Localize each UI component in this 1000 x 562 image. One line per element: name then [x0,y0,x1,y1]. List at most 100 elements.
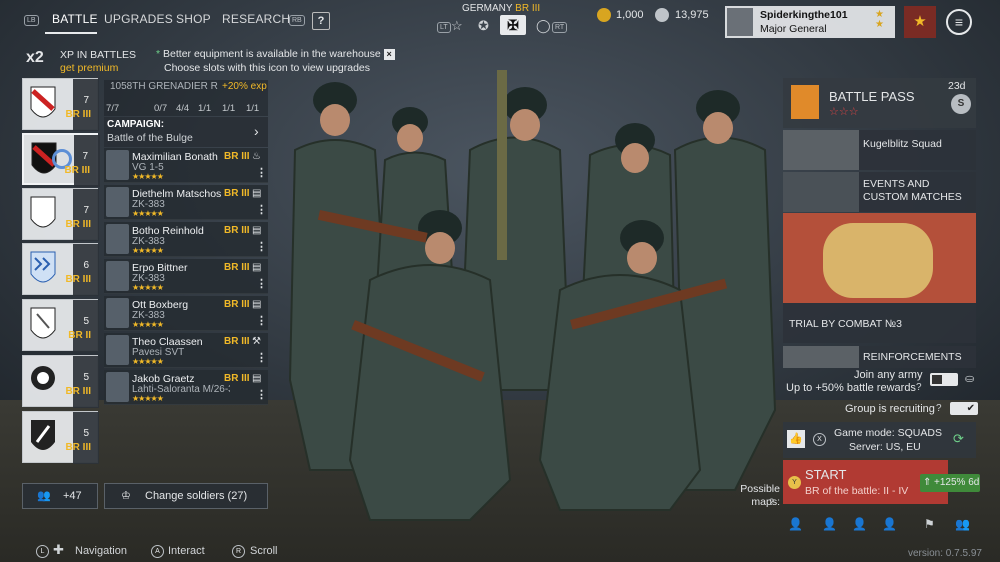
events-tile[interactable]: EVENTS AND CUSTOM MATCHES [783,172,976,212]
notice-close-icon[interactable]: × [383,49,395,60]
help-button[interactable]: ? [312,12,330,30]
info-icon[interactable]: ? [916,382,922,393]
squad-card-4[interactable]: 6 BR III [22,243,99,296]
join-any-army-toggle[interactable] [930,373,958,386]
squad-emblem-icon [30,196,56,228]
group-recruiting-label: Group is recruiting [845,403,935,415]
add-player-icon[interactable]: 👤 [852,517,867,531]
hint-interact: Interact [168,545,205,557]
xp-multiplier: x2 [26,49,44,66]
soldier-row[interactable]: Diethelm Matschos BR III ▤ ZK-383 ★★★★★ … [104,185,268,220]
battle-pass-title: BATTLE PASS [829,89,915,104]
squad-count: 5 [83,372,89,383]
soldier-row[interactable]: Erpo Bittner BR III ▤ ZK-383 ★★★★★ ⋮ [104,259,268,294]
profile-rank: Major General [760,23,827,35]
chevron-right-icon: › [254,123,259,139]
more-options-icon[interactable]: ⋮ [256,240,267,253]
squad-stat-1: 7/7 [106,103,120,114]
squad-card-6[interactable]: 5 BR III [22,355,99,408]
add-player-icon[interactable]: 👤 [822,517,837,531]
more-options-icon[interactable]: ⋮ [256,314,267,327]
soldier-row[interactable]: Jakob Graetz BR III ▤ Lahti-Saloranta M/… [104,370,268,405]
kugelblitz-tile[interactable]: Kugelblitz Squad [783,130,976,170]
soldier-br: BR III [224,336,250,347]
info-icon[interactable]: ? [769,497,774,507]
rank-stars-icon: ★ ★ [875,9,884,30]
assault-class-icon: ▤ [252,299,262,310]
change-soldiers-button[interactable]: ♔ Change soldiers (27) [104,483,268,509]
squad-br: BR III [65,219,91,230]
nation-star-icon[interactable]: ☆ [451,18,463,34]
nation-star-filled-icon[interactable]: ✪ [478,18,489,34]
soldier-portrait [106,335,129,365]
gift-icon[interactable]: ⛀ [965,372,974,385]
squad-card-5[interactable]: 5 BR II [22,299,99,352]
tab-battle[interactable]: BATTLE [52,12,98,26]
tank-image [783,130,859,170]
xp-title: XP IN BATTLES [60,49,137,61]
squad-emblem-icon [31,366,55,390]
more-options-icon[interactable]: ⋮ [256,277,267,290]
nation-circle-icon[interactable]: ◯ [536,18,551,34]
soldier-stars: ★★★★★ [132,394,164,403]
soldier-row[interactable]: Theo Claassen BR III ⚒ Pavesi SVT ★★★★★ … [104,333,268,368]
rank-emblem-icon[interactable]: ★ [904,6,936,38]
more-options-icon[interactable]: ⋮ [256,166,267,179]
get-premium-link[interactable]: get premium [60,62,118,74]
silver-bp-icon: S [951,94,971,114]
more-options-icon[interactable]: ⋮ [256,351,267,364]
trial-by-combat-tile[interactable]: TRIAL BY COMBAT №3 [783,213,976,343]
more-options-icon[interactable]: ⋮ [256,388,267,401]
flag-icon[interactable]: ⚑ [924,517,935,531]
more-options-icon[interactable]: ⋮ [256,203,267,216]
add-player-icon[interactable]: 👤 [882,517,897,531]
dpad-icon: ✚ [53,542,64,557]
soldier-stars: ★★★★★ [132,320,164,329]
add-player-icon[interactable]: 👤 [788,517,803,531]
squad-emblem-icon [30,86,56,118]
xp-boost-banner[interactable]: x2 XP IN BATTLES get premium [24,47,152,77]
assault-class-icon: ▤ [252,262,262,273]
reserve-button[interactable]: 👥 +47 [22,483,98,509]
battle-pass-icon [791,85,819,119]
tab-upgrades[interactable]: UPGRADES [104,12,173,26]
wrench-icon: ⚒ [252,336,261,347]
hint-navigation: Navigation [75,545,127,557]
campaign-selector[interactable]: CAMPAIGN: Battle of the Bulge › [104,117,268,147]
group-recruiting-toggle[interactable]: ✔ [950,402,978,415]
version-label: version: 0.7.5.97 [908,548,982,559]
loading-ring-icon: ⟳ [953,431,964,446]
toggle-knob [932,375,942,384]
menu-icon[interactable]: ≡ [946,9,972,35]
soldier-row[interactable]: Ott Boxberg BR III ▤ ZK-383 ★★★★★ ⋮ [104,296,268,331]
tab-shop[interactable]: SHOP [176,12,211,26]
squad-card-1[interactable]: 7 BR III [22,78,99,131]
reinforcements-tile[interactable]: REINFORCEMENTS [783,346,976,368]
thumbs-up-icon[interactable]: 👍 [787,430,805,448]
game-mode-panel[interactable]: 👍 X Game mode: SQUADS Server: US, EU ⟳ [783,422,976,458]
squad-card-7[interactable]: 5 BR III [22,411,99,464]
soldier-row[interactable]: Botho Reinhold BR III ▤ ZK-383 ★★★★★ ⋮ [104,222,268,257]
soldier-stars: ★★★★★ [132,246,164,255]
soldier-stars: ★★★★★ [132,209,164,218]
soldier-row[interactable]: Maximilian Bonath BR III ♨ VG 1-5 ★★★★★ … [104,148,268,183]
soldier-portrait [106,224,129,254]
info-icon[interactable]: ? [936,403,942,414]
soldier-portrait [106,261,129,291]
tab-research[interactable]: RESEARCH [222,12,290,26]
nation-name: GERMANY [462,3,513,14]
squad-name: 1058TH GRENADIER R [110,81,218,92]
friends-icon[interactable]: 👥 [955,517,970,531]
soldier-portrait [106,187,129,217]
squad-br: BR III [65,442,91,453]
bonus-badge: ⇑ +125% 6d [920,474,980,492]
profile-panel[interactable]: Spiderkingthe101 Major General ★ ★ [725,6,895,38]
squad-stat-5: 1/1 [222,103,236,114]
campaign-label: CAMPAIGN: [107,119,165,130]
battle-pass-tile[interactable]: BATTLE PASS ☆☆☆ 23d S [783,78,976,128]
squad-card-3[interactable]: 7 BR III [22,188,99,241]
squad-card-2-selected[interactable]: 7 BR III [22,133,100,187]
germany-cross-icon[interactable]: ✠ [500,15,526,35]
soldier-br: BR III [224,151,250,162]
soldier-stars: ★★★★★ [132,357,164,366]
